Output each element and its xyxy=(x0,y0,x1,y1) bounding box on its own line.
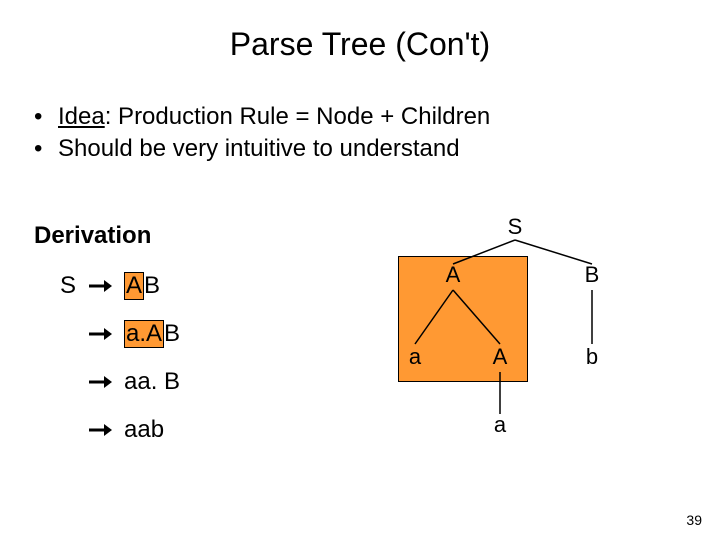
step-rhs: a.AB xyxy=(124,320,180,348)
bullet-item: • Idea: Production Rule = Node + Childre… xyxy=(34,101,720,133)
slide-title: Parse Tree (Con't) xyxy=(0,0,720,63)
step-lhs: S xyxy=(60,272,88,300)
bullet-dot: • xyxy=(34,101,58,133)
derivation-step: S AB xyxy=(60,262,180,310)
tree-node-s: S xyxy=(503,214,527,240)
bullet-text: Idea: Production Rule = Node + Children xyxy=(58,101,490,133)
idea-word: Idea xyxy=(58,103,105,130)
bullet-text: Should be very intuitive to understand xyxy=(58,133,460,165)
page-number: 39 xyxy=(686,512,702,528)
derivation-step: aab xyxy=(60,406,180,454)
arrow-icon xyxy=(88,374,124,390)
bullet-item: • Should be very intuitive to understand xyxy=(34,133,720,165)
arrow-icon xyxy=(88,422,124,438)
step-rhs: aab xyxy=(124,416,164,444)
tree-node-b: B xyxy=(580,262,604,288)
tree-node-a: A xyxy=(441,262,465,288)
bullet-dot: • xyxy=(34,133,58,165)
arrow-icon xyxy=(88,326,124,342)
highlight-box: A xyxy=(124,272,144,300)
tree-leaf-b: b xyxy=(580,344,604,370)
derivation-heading: Derivation xyxy=(34,222,151,250)
tree-node-a2: A xyxy=(488,344,512,370)
arrow-icon xyxy=(88,278,124,294)
parse-tree: S A B a A b a xyxy=(360,214,670,474)
tree-leaf-a2: a xyxy=(488,412,512,438)
step-rhs: AB xyxy=(124,272,160,300)
tree-leaf-a: a xyxy=(403,344,427,370)
derivation-step: a.AB xyxy=(60,310,180,358)
highlight-box: a.A xyxy=(124,320,164,348)
derivation-steps: S AB a.AB aa. B aab xyxy=(60,262,180,454)
step-rhs: aa. B xyxy=(124,368,180,396)
derivation-step: aa. B xyxy=(60,358,180,406)
bullet-list: • Idea: Production Rule = Node + Childre… xyxy=(34,101,720,166)
